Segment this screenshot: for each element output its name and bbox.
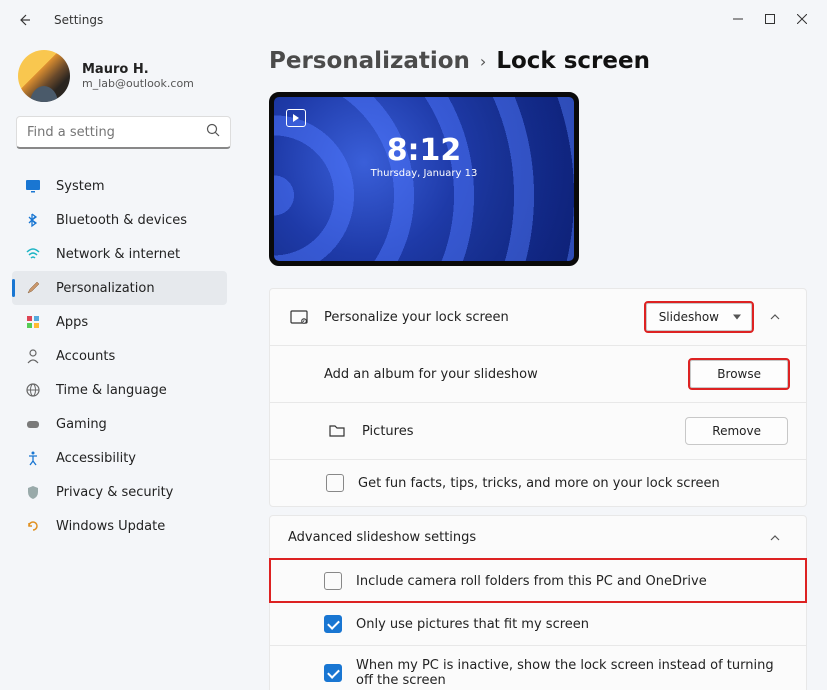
- fit-screen-checkbox[interactable]: [324, 615, 342, 633]
- close-button[interactable]: [797, 14, 807, 27]
- bluetooth-icon: [24, 211, 42, 229]
- breadcrumb: Personalization › Lock screen: [269, 48, 807, 74]
- sidebar: Mauro H. m_lab@outlook.com System Blueto…: [0, 40, 255, 690]
- personalize-dropdown[interactable]: Slideshow: [646, 303, 752, 331]
- nav-label: Personalization: [56, 281, 155, 296]
- camera-roll-checkbox[interactable]: [324, 572, 342, 590]
- display-icon: [24, 177, 42, 195]
- update-icon: [24, 517, 42, 535]
- image-icon: [288, 308, 310, 326]
- nav-label: Accounts: [56, 349, 115, 364]
- breadcrumb-parent[interactable]: Personalization: [269, 48, 470, 74]
- nav-list: System Bluetooth & devices Network & int…: [12, 169, 255, 543]
- collapse-button[interactable]: [762, 532, 788, 544]
- funfacts-checkbox[interactable]: [326, 474, 344, 492]
- profile-block[interactable]: Mauro H. m_lab@outlook.com: [12, 50, 255, 116]
- sidebar-item-system[interactable]: System: [12, 169, 227, 203]
- minimize-button[interactable]: [733, 14, 743, 27]
- titlebar: Settings: [0, 0, 827, 40]
- fit-screen-label: Only use pictures that fit my screen: [356, 617, 589, 632]
- nav-label: Gaming: [56, 417, 107, 432]
- main-content: Personalization › Lock screen 8:12 Thurs…: [255, 40, 827, 690]
- search-box[interactable]: [16, 116, 231, 149]
- profile-email: m_lab@outlook.com: [82, 77, 194, 90]
- nav-label: Time & language: [56, 383, 167, 398]
- camera-roll-label: Include camera roll folders from this PC…: [356, 574, 707, 589]
- expand-button[interactable]: [762, 311, 788, 323]
- preview-date: Thursday, January 13: [274, 168, 574, 179]
- nav-label: Privacy & security: [56, 485, 173, 500]
- nav-label: Accessibility: [56, 451, 136, 466]
- browse-button[interactable]: Browse: [690, 360, 788, 388]
- shield-icon: [24, 483, 42, 501]
- breadcrumb-current: Lock screen: [496, 48, 650, 74]
- window-title: Settings: [54, 13, 103, 27]
- accessibility-icon: [24, 449, 42, 467]
- folder-icon: [326, 423, 348, 439]
- sidebar-item-network[interactable]: Network & internet: [12, 237, 227, 271]
- avatar: [18, 50, 70, 102]
- sidebar-item-privacy[interactable]: Privacy & security: [12, 475, 227, 509]
- nav-label: Bluetooth & devices: [56, 213, 187, 228]
- sidebar-item-personalization[interactable]: Personalization: [12, 271, 227, 305]
- preview-time: 8:12: [274, 133, 574, 168]
- sidebar-item-time-language[interactable]: Time & language: [12, 373, 227, 407]
- globe-icon: [24, 381, 42, 399]
- advanced-slideshow-card: Advanced slideshow settings Include came…: [269, 515, 807, 690]
- sidebar-item-bluetooth[interactable]: Bluetooth & devices: [12, 203, 227, 237]
- inactive-checkbox[interactable]: [324, 664, 342, 682]
- profile-name: Mauro H.: [82, 62, 194, 77]
- chevron-right-icon: ›: [480, 52, 486, 71]
- nav-label: Windows Update: [56, 519, 165, 534]
- personalize-lockscreen-card: Personalize your lock screen Slideshow A…: [269, 288, 807, 507]
- gamepad-icon: [24, 415, 42, 433]
- remove-button[interactable]: Remove: [685, 417, 788, 445]
- inactive-label: When my PC is inactive, show the lock sc…: [356, 658, 788, 688]
- paintbrush-icon: [24, 279, 42, 297]
- sidebar-item-windows-update[interactable]: Windows Update: [12, 509, 227, 543]
- album-name: Pictures: [362, 424, 685, 439]
- lockscreen-preview: 8:12 Thursday, January 13: [269, 92, 579, 266]
- person-icon: [24, 347, 42, 365]
- advanced-header: Advanced slideshow settings: [288, 530, 752, 545]
- add-album-label: Add an album for your slideshow: [324, 367, 690, 382]
- back-button[interactable]: [14, 10, 34, 30]
- slideshow-play-icon: [286, 109, 306, 127]
- nav-label: System: [56, 179, 104, 194]
- sidebar-item-gaming[interactable]: Gaming: [12, 407, 227, 441]
- sidebar-item-apps[interactable]: Apps: [12, 305, 227, 339]
- funfacts-label: Get fun facts, tips, tricks, and more on…: [358, 476, 788, 491]
- maximize-button[interactable]: [765, 14, 775, 27]
- camera-roll-row: Include camera roll folders from this PC…: [270, 559, 806, 602]
- wifi-icon: [24, 245, 42, 263]
- nav-label: Apps: [56, 315, 88, 330]
- search-input[interactable]: [27, 125, 206, 140]
- sidebar-item-accessibility[interactable]: Accessibility: [12, 441, 227, 475]
- sidebar-item-accounts[interactable]: Accounts: [12, 339, 227, 373]
- search-icon: [206, 123, 220, 141]
- personalize-label: Personalize your lock screen: [324, 310, 646, 325]
- apps-icon: [24, 313, 42, 331]
- nav-label: Network & internet: [56, 247, 180, 262]
